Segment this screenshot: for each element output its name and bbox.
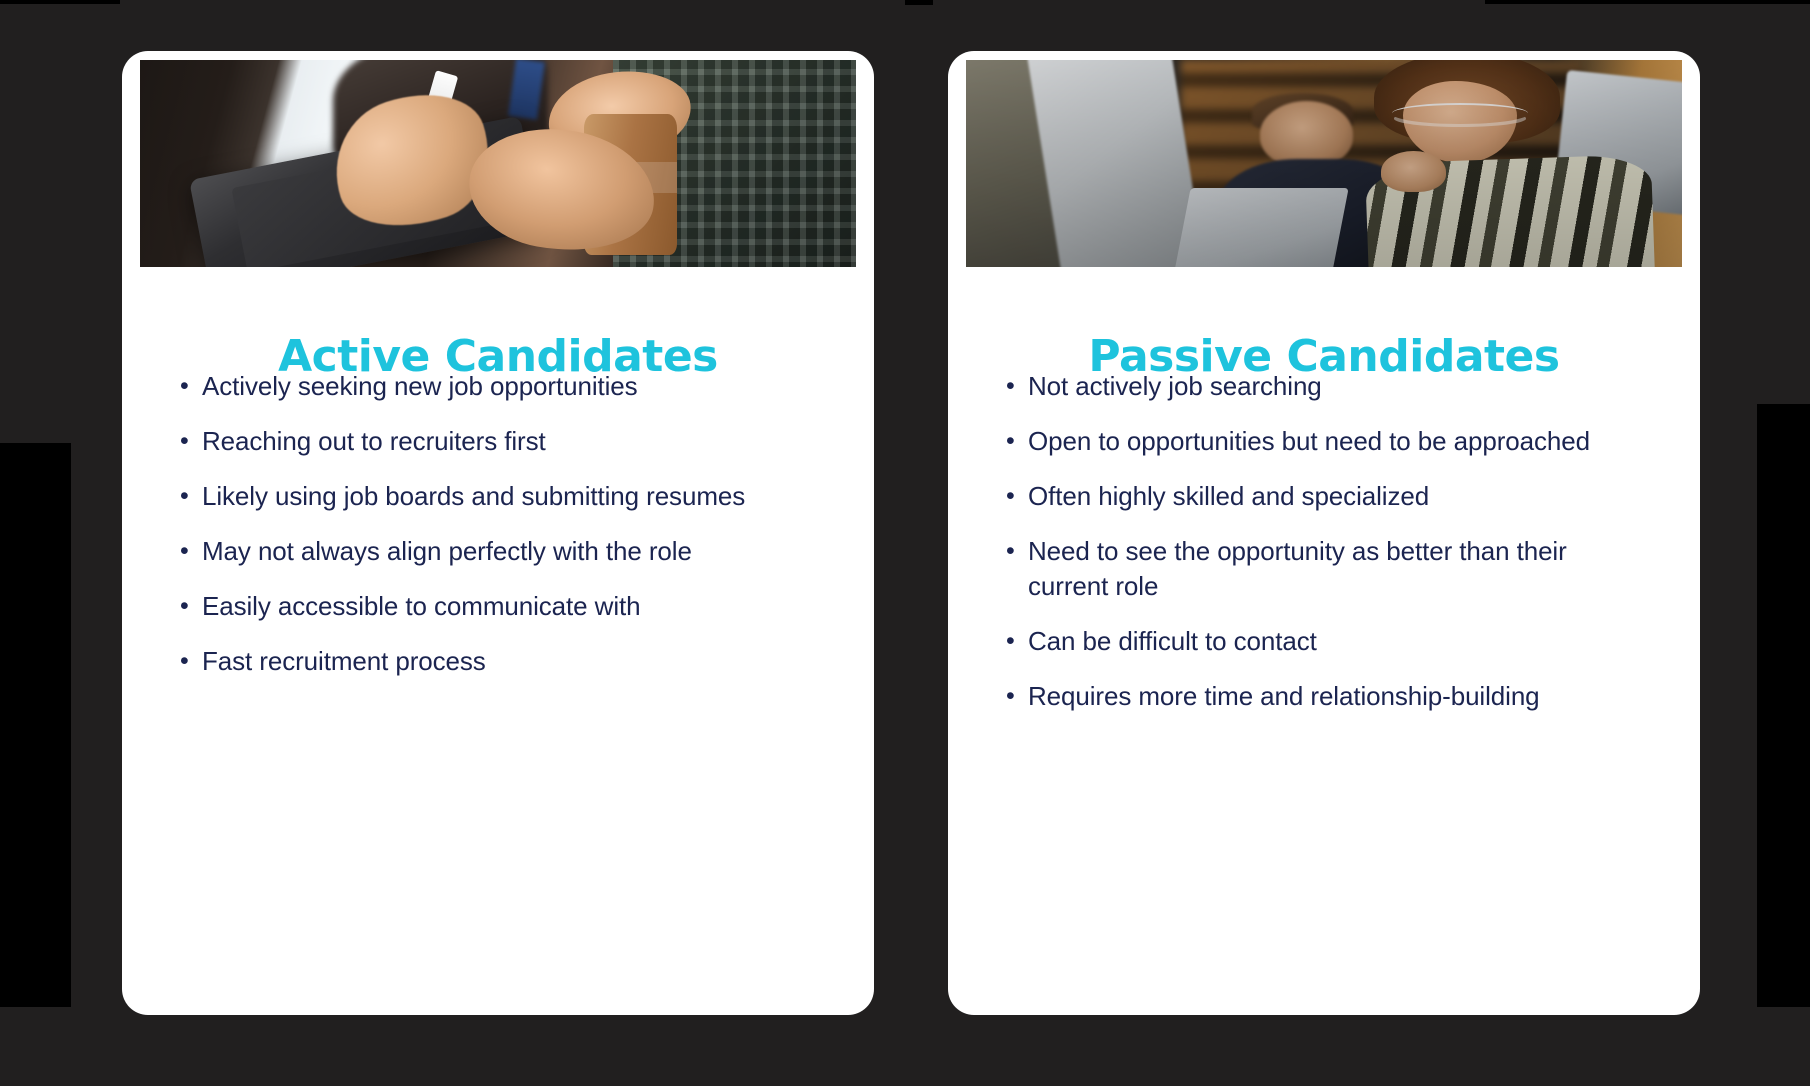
list-item: • Open to opportunities but need to be a…: [1006, 424, 1636, 459]
list-item: • Need to see the opportunity as better …: [1006, 534, 1636, 604]
bullet-list-passive-candidates: • Not actively job searching • Open to o…: [1006, 369, 1636, 734]
list-item-label: May not always align perfectly with the …: [202, 536, 692, 566]
list-item-label: Requires more time and relationship-buil…: [1028, 681, 1540, 711]
bullet-point-icon: •: [180, 537, 189, 565]
list-item-label: Likely using job boards and submitting r…: [202, 481, 746, 511]
list-item: • Fast recruitment process: [180, 644, 810, 679]
card-passive-candidates[interactable]: Passive Candidates • Not actively job se…: [948, 51, 1700, 1015]
bullet-point-icon: •: [180, 592, 189, 620]
bullet-point-icon: •: [180, 372, 189, 400]
list-item-label: Fast recruitment process: [202, 646, 486, 676]
list-item: • Actively seeking new job opportunities: [180, 369, 810, 404]
photo-office-coworkers: [966, 60, 1682, 267]
list-item: • Reaching out to recruiters first: [180, 424, 810, 459]
bullet-point-icon: •: [180, 427, 189, 455]
list-item-label: Often highly skilled and specialized: [1028, 481, 1430, 511]
list-item: • Can be difficult to contact: [1006, 624, 1636, 659]
list-item: • Easily accessible to communicate with: [180, 589, 810, 624]
bullet-point-icon: •: [1006, 537, 1015, 565]
list-item: • Likely using job boards and submitting…: [180, 479, 810, 514]
list-item-label: Open to opportunities but need to be app…: [1028, 426, 1590, 456]
photo-shading-overlay: [966, 60, 1682, 267]
list-item: • Often highly skilled and specialized: [1006, 479, 1636, 514]
list-item-label: Reaching out to recruiters first: [202, 426, 546, 456]
card-image-active-candidates: [140, 60, 856, 267]
bullet-point-icon: •: [1006, 627, 1015, 655]
list-item: • May not always align perfectly with th…: [180, 534, 810, 569]
bullet-point-icon: •: [180, 647, 189, 675]
list-item-label: Need to see the opportunity as better th…: [1028, 536, 1567, 601]
bullet-point-icon: •: [180, 482, 189, 510]
comparison-cards-row: Active Candidates • Actively seeking new…: [0, 0, 1810, 1086]
bullet-point-icon: •: [1006, 482, 1015, 510]
list-item-label: Easily accessible to communicate with: [202, 591, 641, 621]
list-item: • Not actively job searching: [1006, 369, 1636, 404]
list-item-label: Not actively job searching: [1028, 371, 1322, 401]
bullet-point-icon: •: [1006, 372, 1015, 400]
bullet-point-icon: •: [1006, 427, 1015, 455]
bullet-point-icon: •: [1006, 682, 1015, 710]
photo-tablet-review: [140, 60, 856, 267]
card-active-candidates[interactable]: Active Candidates • Actively seeking new…: [122, 51, 874, 1015]
bullet-list-active-candidates: • Actively seeking new job opportunities…: [180, 369, 810, 699]
list-item-label: Can be difficult to contact: [1028, 626, 1317, 656]
card-image-passive-candidates: [966, 60, 1682, 267]
list-item: • Requires more time and relationship-bu…: [1006, 679, 1636, 714]
list-item-label: Actively seeking new job opportunities: [202, 371, 638, 401]
